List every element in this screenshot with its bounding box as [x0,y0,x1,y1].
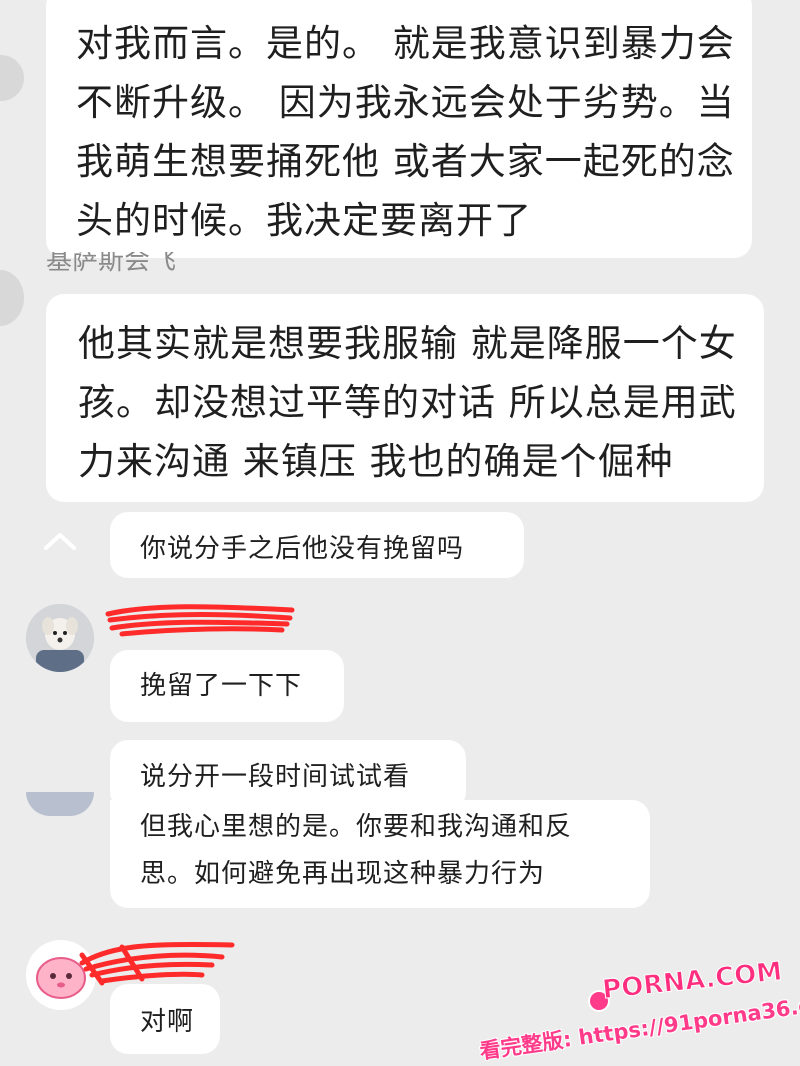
redaction-scribble [105,604,295,637]
avatar[interactable] [26,792,94,816]
message-bubble: 你说分手之后他没有挽留吗 [110,512,524,578]
message-text: 你说分手之后他没有挽留吗 [140,534,465,564]
message-line: 但我心里想的是。你要和我沟通和反 [140,812,573,842]
message-bubble: 挽留了一下下 [110,650,344,722]
message-line: 不断升级。 因为我永远会处于劣势。当 [76,81,735,124]
avatar[interactable] [0,270,24,326]
message-bubble: 但我心里想的是。你要和我沟通和反 思。如何避免再出现这种暴力行为 [110,800,650,908]
message-line: 他其实就是想要我服输 就是降服一个女 [78,322,737,365]
message-line: 头的时候。我决定要离开了 [76,199,532,242]
avatar[interactable] [0,55,24,101]
sender-name: 基萨斯会飞 [46,252,177,276]
message-bubble: 对我而言。是的。 就是我意识到暴力会 不断升级。 因为我永远会处于劣势。当 我萌… [46,0,752,258]
message-bubble: 他其实就是想要我服输 就是降服一个女 孩。却没想过平等的对话 所以总是用武 力来… [46,294,764,502]
message-line: 说分开一段时间试试看 [140,762,411,792]
dog-avatar-icon[interactable] [26,604,94,672]
message-text: 挽留了一下下 [140,671,303,701]
message-bubble: 对啊 [110,984,220,1054]
message-text: 对啊 [140,1007,195,1037]
message-line: 对我而言。是的。 就是我意识到暴力会 [76,22,735,65]
dog-icon [26,604,94,672]
chevron-up-icon[interactable] [42,530,78,552]
message-line: 思。如何避免再出现这种暴力行为 [140,859,546,889]
message-line: 力来沟通 来镇压 我也的确是个倔种 [78,440,674,483]
message-line: 我萌生想要捅死他 或者大家一起死的念 [76,140,735,183]
message-line: 孩。却没想过平等的对话 所以总是用武 [78,381,737,424]
